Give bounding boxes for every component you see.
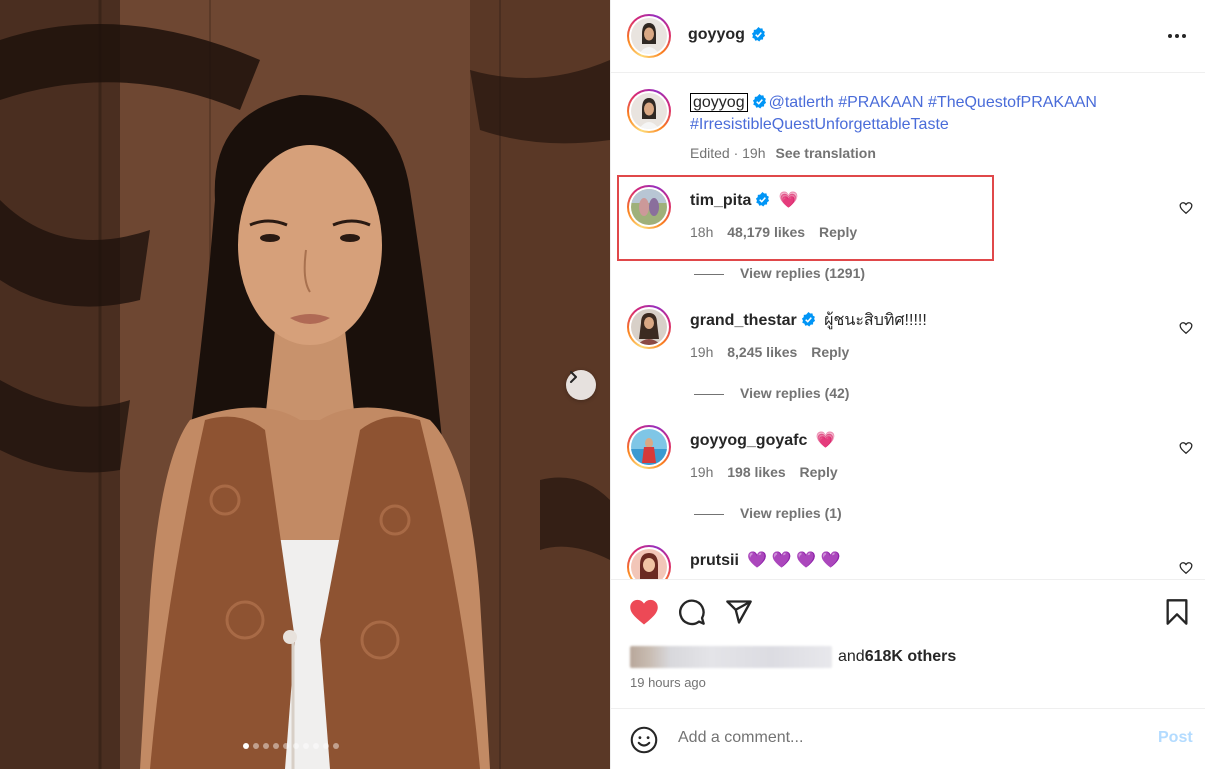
verified-badge-icon (756, 192, 770, 207)
post-caption: goyyog @tatlerth #PRAKAAN #TheQuestofPRAK… (690, 92, 1160, 136)
post-photo-image (0, 0, 610, 769)
like-comment-heart-icon[interactable] (1179, 321, 1193, 335)
comment-item: prutsii 💜 💜 💜 💜 (611, 545, 1205, 579)
verified-badge-icon (801, 312, 815, 327)
likes-count[interactable]: 618K others (865, 648, 957, 666)
caption-hashtags-line2[interactable]: #IrresistibleQuestUnforgettableTaste (690, 116, 949, 133)
like-comment-heart-icon[interactable] (1179, 201, 1193, 215)
carousel-dot (243, 743, 249, 749)
more-options-icon[interactable] (1167, 26, 1187, 46)
commenter-avatar[interactable] (627, 305, 671, 349)
comment-text: 💗 (815, 432, 836, 449)
commenter-username[interactable]: prutsii (690, 552, 739, 569)
carousel-dot (273, 743, 279, 749)
carousel-dot (333, 743, 339, 749)
commenter-avatar[interactable] (627, 185, 671, 229)
emoji-icon[interactable] (630, 726, 658, 754)
chevron-right-icon (570, 371, 577, 383)
post-header: goyyog (611, 0, 1205, 73)
view-replies-button[interactable]: View replies (42) (694, 385, 849, 401)
carousel-next-button[interactable] (566, 370, 596, 400)
post-actions: and 618K others 19 hours ago (611, 579, 1205, 729)
carousel-dot (263, 743, 269, 749)
commenter-username[interactable]: goyyog_goyafc (690, 432, 807, 449)
like-comment-heart-icon[interactable] (1179, 441, 1193, 455)
verified-badge-icon (752, 94, 766, 109)
caption-author-avatar[interactable] (627, 89, 671, 133)
caption-author-username[interactable]: goyyog (690, 93, 748, 112)
likes-summary[interactable]: and 618K others (630, 646, 956, 668)
comment-time: 18h (690, 224, 714, 240)
carousel-dot (283, 743, 289, 749)
carousel-dot (303, 743, 309, 749)
post-time: 19 hours ago (630, 675, 706, 690)
post-photo[interactable] (0, 0, 610, 769)
view-replies-button[interactable]: View replies (1291) (694, 265, 865, 281)
reply-button[interactable]: Reply (819, 224, 857, 240)
comment-composer: Add a comment... Post (611, 708, 1205, 769)
comment-likes[interactable]: 48,179 likes (727, 224, 805, 240)
verified-badge-icon (751, 27, 766, 42)
carousel-dot (313, 743, 319, 749)
comment-bubble-icon[interactable] (678, 598, 706, 626)
author-avatar[interactable] (627, 14, 671, 58)
comment-likes[interactable]: 198 likes (727, 464, 785, 480)
comment-likes[interactable]: 8,245 likes (727, 344, 797, 360)
commenter-avatar[interactable] (627, 545, 671, 579)
reply-button[interactable]: Reply (800, 464, 838, 480)
caption-meta: Edited · 19h See translation (690, 145, 876, 161)
commenter-avatar[interactable] (627, 425, 671, 469)
comment-input[interactable]: Add a comment... (678, 729, 803, 747)
like-comment-heart-icon[interactable] (1179, 561, 1193, 575)
post-details-panel: goyyog goyyog @tatlerth #PRAKAAN #TheQues… (610, 0, 1205, 769)
comment-text: 💗 (778, 192, 799, 209)
view-replies-button[interactable]: View replies (1) (694, 505, 842, 521)
carousel-dot (293, 743, 299, 749)
comment-text: ผู้ชนะสิบทิศ!!!!! (824, 312, 927, 329)
caption-hashtags-line1[interactable]: #PRAKAAN #TheQuestofPRAKAAN (838, 94, 1097, 111)
commenter-username[interactable]: tim_pita (690, 192, 751, 209)
highlight-box (617, 175, 994, 261)
carousel-dots (243, 743, 339, 749)
like-heart-icon[interactable] (629, 598, 659, 626)
post-comment-button[interactable]: Post (1158, 729, 1193, 747)
likes-connector: and (838, 648, 865, 665)
comment-time: 19h (690, 464, 714, 480)
caption-edited-time: Edited · 19h (690, 145, 766, 161)
carousel-dot (323, 743, 329, 749)
comment-time: 19h (690, 344, 714, 360)
liked-by-blurred (630, 646, 832, 668)
share-paper-plane-icon[interactable] (725, 598, 753, 626)
reply-button[interactable]: Reply (811, 344, 849, 360)
comment-text: 💜 💜 💜 💜 (747, 552, 841, 569)
author-username[interactable]: goyyog (688, 26, 745, 44)
see-translation-link[interactable]: See translation (776, 145, 876, 161)
commenter-username[interactable]: grand_thestar (690, 312, 797, 329)
carousel-dot (253, 743, 259, 749)
save-bookmark-icon[interactable] (1165, 598, 1189, 626)
caption-mention-link[interactable]: @tatlerth (769, 94, 834, 111)
